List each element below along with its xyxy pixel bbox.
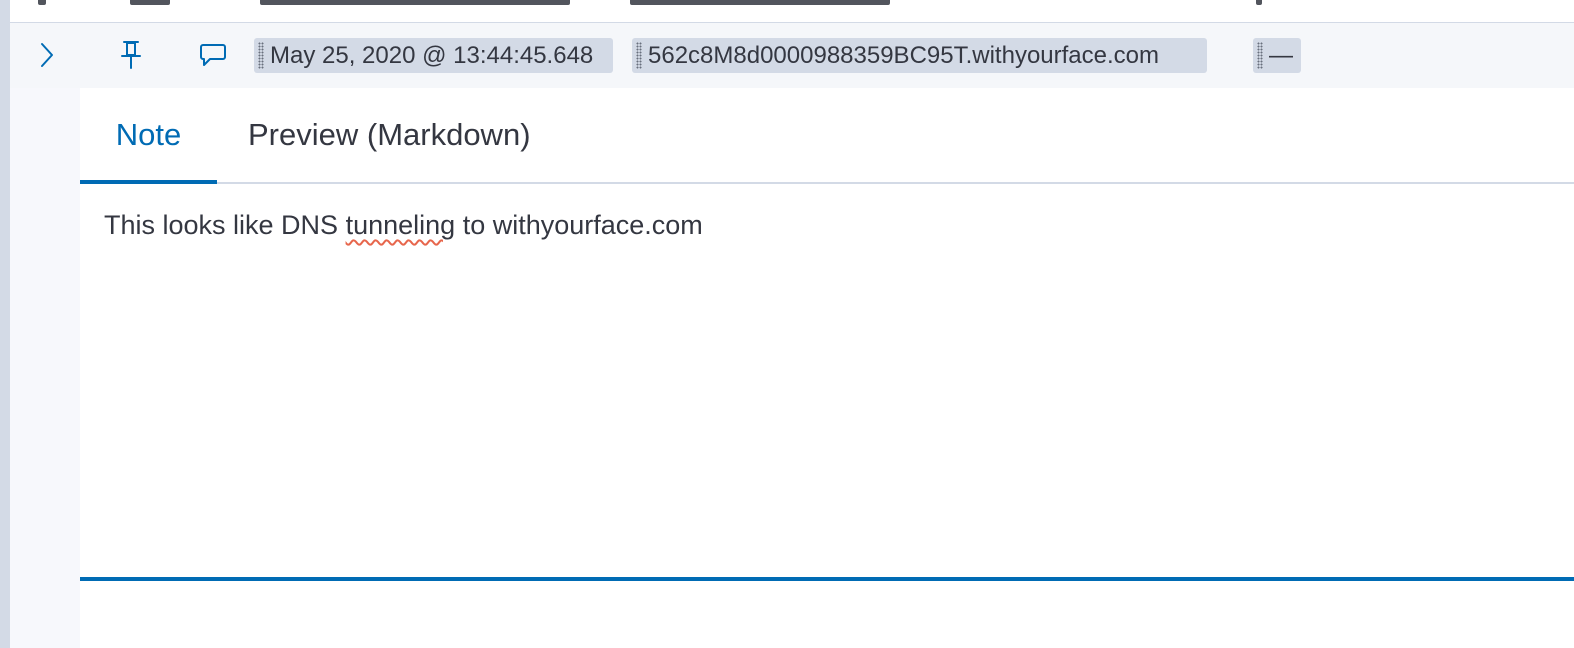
tab-note-label: Note: [115, 117, 182, 152]
pin-icon: [121, 41, 141, 69]
event-row: May 25, 2020 @ 13:44:45.648 562c8M8d0000…: [10, 23, 1574, 88]
empty-value-cell[interactable]: —: [1253, 38, 1301, 73]
dns-question-value: 562c8M8d0000988359BC95T.withyourface.com: [648, 41, 1159, 69]
previous-row-cutoff-text: [38, 0, 46, 5]
previous-event-row: [10, 0, 1574, 23]
previous-row-cutoff-text: [260, 0, 570, 5]
note-textarea[interactable]: [80, 184, 1574, 578]
chevron-right-icon: [41, 43, 53, 67]
misspelled-word: tunneling: [345, 210, 456, 240]
note-tabs: Note Preview (Markdown): [80, 88, 1574, 184]
timestamp-cell[interactable]: May 25, 2020 @ 13:44:45.648: [254, 38, 613, 73]
note-text-after: to withyourface.com: [455, 210, 703, 240]
empty-value: —: [1269, 41, 1293, 69]
left-gutter-stripe: [0, 0, 10, 648]
previous-row-cutoff-text: [630, 0, 890, 5]
drag-handle-icon[interactable]: [1257, 42, 1263, 69]
previous-row-cutoff-text: [1256, 0, 1262, 5]
drag-handle-icon[interactable]: [258, 42, 264, 69]
note-editor-panel: Note Preview (Markdown) This looks like …: [80, 88, 1574, 648]
comment-icon: [200, 44, 226, 66]
tab-note[interactable]: Note: [80, 88, 217, 184]
note-text-before: This looks like DNS: [104, 210, 346, 240]
textarea-focus-underline: [80, 577, 1574, 581]
note-content: This looks like DNS tunneling to withyou…: [104, 210, 703, 241]
drag-handle-icon[interactable]: [636, 42, 642, 69]
tab-preview-markdown[interactable]: Preview (Markdown): [248, 88, 531, 182]
dns-question-cell[interactable]: 562c8M8d0000988359BC95T.withyourface.com: [632, 38, 1207, 73]
expand-event-button[interactable]: [32, 40, 62, 70]
tab-preview-label: Preview (Markdown): [248, 117, 531, 152]
timestamp-value: May 25, 2020 @ 13:44:45.648: [270, 41, 594, 69]
previous-row-cutoff-text: [130, 0, 170, 5]
pin-event-button[interactable]: [116, 40, 146, 70]
add-note-button[interactable]: [198, 40, 228, 70]
